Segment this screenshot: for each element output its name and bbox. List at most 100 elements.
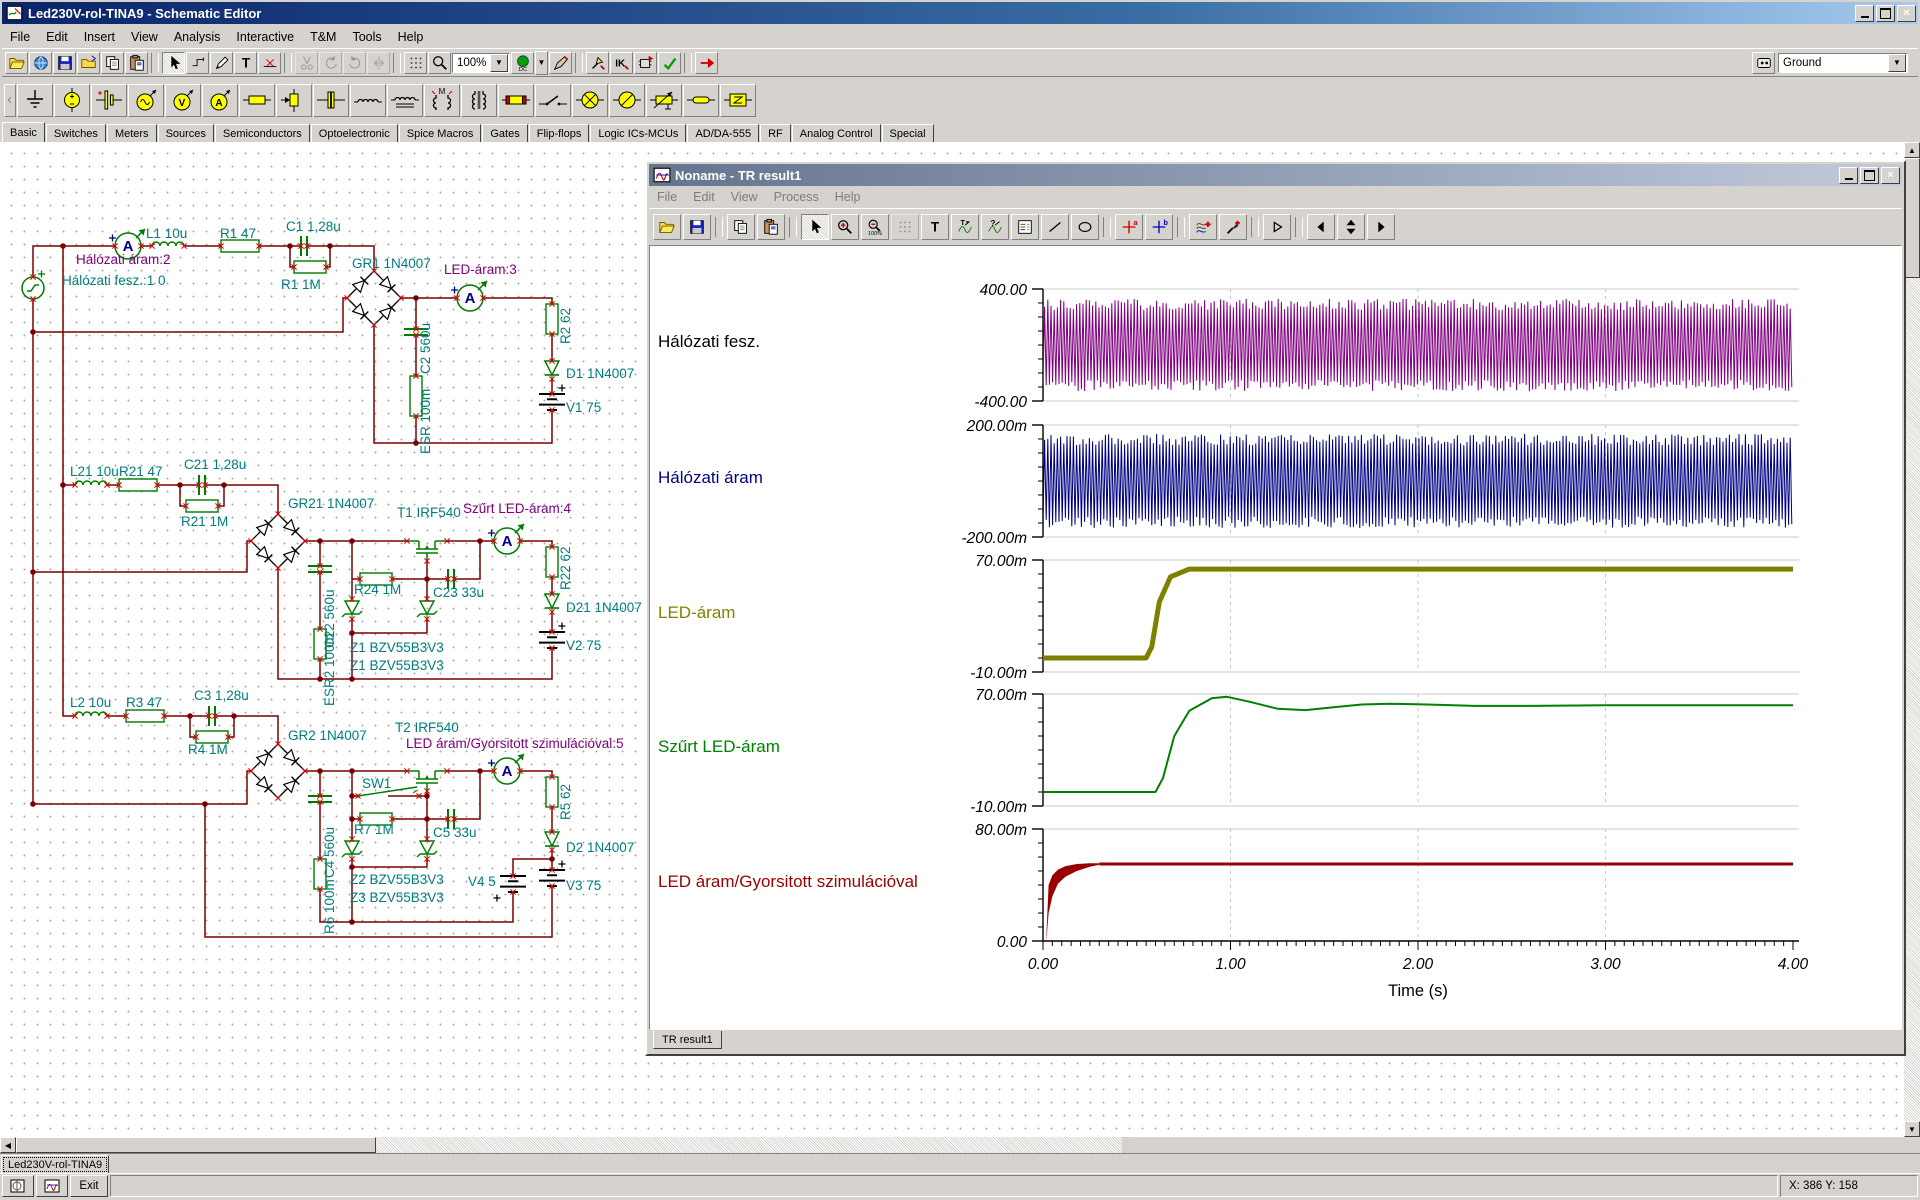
tab-switches[interactable]: Switches <box>46 124 106 142</box>
zoom-level-combo[interactable]: 100%▼ <box>452 53 510 73</box>
component-inductor-button[interactable] <box>350 84 386 117</box>
component-voltmeter-button[interactable]: V <box>165 84 201 117</box>
probe-button[interactable] <box>549 52 572 74</box>
tr-maximize-button[interactable] <box>1860 167 1879 184</box>
menu-interactive[interactable]: Interactive <box>228 28 302 46</box>
tr-ellipse-button[interactable] <box>1071 214 1099 240</box>
tab-basic[interactable]: Basic <box>2 122 45 142</box>
tr-result-tab[interactable]: TR result1 <box>653 1031 722 1049</box>
diagram-window-button[interactable] <box>36 1175 68 1197</box>
component-ground-button[interactable] <box>17 84 53 117</box>
scroll-down-button[interactable]: ▼ <box>1904 1121 1920 1137</box>
tab-flip-flops[interactable]: Flip-flops <box>529 124 590 142</box>
tab-optoelectronic[interactable]: Optoelectronic <box>311 124 398 142</box>
dc-interactive-button[interactable]: DC <box>511 52 534 74</box>
tr-close-button[interactable]: × <box>1881 167 1900 184</box>
tab-sources[interactable]: Sources <box>158 124 214 142</box>
tr-pointer-button[interactable] <box>801 214 829 240</box>
run-button[interactable] <box>695 52 718 74</box>
menu-analysis[interactable]: Analysis <box>166 28 229 46</box>
tr-play-button[interactable] <box>1263 214 1291 240</box>
menu-t-m[interactable]: T&M <box>302 28 344 46</box>
text-button[interactable]: T <box>234 52 257 74</box>
pen-button[interactable] <box>210 52 233 74</box>
component-lamp-button[interactable] <box>572 84 608 117</box>
pin-current-button[interactable]: IK <box>610 52 633 74</box>
tr-open-button[interactable] <box>653 214 681 240</box>
wire-cross-button[interactable] <box>258 52 281 74</box>
tr-paste-button[interactable] <box>757 214 785 240</box>
tr-copy-button[interactable] <box>727 214 755 240</box>
tr-nav-updown-button[interactable] <box>1337 214 1365 240</box>
menu-edit[interactable]: Edit <box>38 28 76 46</box>
save-button[interactable] <box>53 52 76 74</box>
tr-menu-help[interactable]: Help <box>827 188 869 206</box>
tr-legend-button[interactable] <box>1011 214 1039 240</box>
tr-annotate-query-button[interactable]: ? <box>981 214 1009 240</box>
tr-text-button[interactable]: T <box>921 214 949 240</box>
tr-zoom-out-100-button[interactable]: 100% <box>861 214 889 240</box>
component-check-button[interactable] <box>634 52 657 74</box>
component-electric-machine-button[interactable] <box>609 84 645 117</box>
component-capacitor-button[interactable] <box>313 84 349 117</box>
grid-button[interactable] <box>404 52 427 74</box>
scroll-left-button[interactable]: ◀ <box>0 1137 16 1153</box>
vscroll-thumb[interactable] <box>1904 158 1920 278</box>
tr-minimize-button[interactable] <box>1839 167 1858 184</box>
component-fuse-button[interactable] <box>498 84 534 117</box>
component-trimmer-button[interactable] <box>276 84 312 117</box>
canvas-hscrollbar[interactable]: ◀ <box>0 1137 1122 1153</box>
ground-selector-combo[interactable]: Ground▼ <box>1778 53 1908 73</box>
tr-zoom-in-button[interactable] <box>831 214 859 240</box>
component-switch-button[interactable] <box>535 84 571 117</box>
tab-rf[interactable]: RF <box>760 124 791 142</box>
component-coupled-inductors-button[interactable]: M <box>424 84 460 117</box>
exit-button[interactable]: Exit <box>70 1175 108 1197</box>
menu-tools[interactable]: Tools <box>344 28 389 46</box>
menu-view[interactable]: View <box>123 28 166 46</box>
pointer-button[interactable] <box>162 52 185 74</box>
tab-gates[interactable]: Gates <box>482 124 527 142</box>
tr-nav-right-button[interactable] <box>1367 214 1395 240</box>
menu-insert[interactable]: Insert <box>76 28 123 46</box>
component-scroll-left-button[interactable] <box>4 84 16 117</box>
tr-trace-picker-button[interactable] <box>1219 214 1247 240</box>
close-file-button[interactable] <box>77 52 100 74</box>
tr-cursor-b-button[interactable]: b <box>1145 214 1173 240</box>
zoom-level-combo-dropdown-icon[interactable]: ▼ <box>490 54 508 72</box>
tr-menu-file[interactable]: File <box>649 188 685 206</box>
schematic-editor-button[interactable] <box>2 1175 34 1197</box>
signal-pen-button[interactable] <box>658 52 681 74</box>
canvas-vscrollbar[interactable]: ▲ ▼ <box>1904 142 1920 1137</box>
document-tab[interactable]: Led230V-rol-TINA9 <box>1 1155 109 1174</box>
tab-semiconductors[interactable]: Semiconductors <box>215 124 310 142</box>
tab-special[interactable]: Special <box>882 124 934 142</box>
tr-cursor-a-button[interactable]: a <box>1115 214 1143 240</box>
zoom-button[interactable] <box>428 52 451 74</box>
ground-selector-combo-dropdown-icon[interactable]: ▼ <box>1888 54 1906 72</box>
tab-meters[interactable]: Meters <box>107 124 157 142</box>
close-button[interactable]: × <box>1897 5 1916 22</box>
hscroll-thumb[interactable] <box>16 1137 376 1153</box>
component-potentiometer-button[interactable] <box>646 84 682 117</box>
menu-help[interactable]: Help <box>390 28 432 46</box>
copy-button[interactable] <box>101 52 124 74</box>
menu-file[interactable]: File <box>2 28 38 46</box>
tr-save-button[interactable] <box>683 214 711 240</box>
maximize-button[interactable] <box>1876 5 1895 22</box>
tr-nav-left-button[interactable] <box>1307 214 1335 240</box>
open-web-button[interactable] <box>29 52 52 74</box>
open-button[interactable] <box>5 52 28 74</box>
tab-spice-macros[interactable]: Spice Macros <box>399 124 482 142</box>
tr-add-curves-button[interactable] <box>1189 214 1217 240</box>
minimize-button[interactable] <box>1855 5 1874 22</box>
dc-mode-dropdown[interactable]: ▼ <box>535 51 548 75</box>
component-voltage-generator-button[interactable] <box>128 84 164 117</box>
tr-annotate-auto-button[interactable]: T <box>951 214 979 240</box>
tab-ad-da-555[interactable]: AD/DA-555 <box>687 124 759 142</box>
component-resistor-button[interactable] <box>239 84 275 117</box>
tr-menu-view[interactable]: View <box>723 188 766 206</box>
component-iron-core-inductor-button[interactable] <box>387 84 423 117</box>
ground-socket-button[interactable] <box>1752 52 1775 74</box>
component-ammeter-button[interactable]: A <box>202 84 238 117</box>
